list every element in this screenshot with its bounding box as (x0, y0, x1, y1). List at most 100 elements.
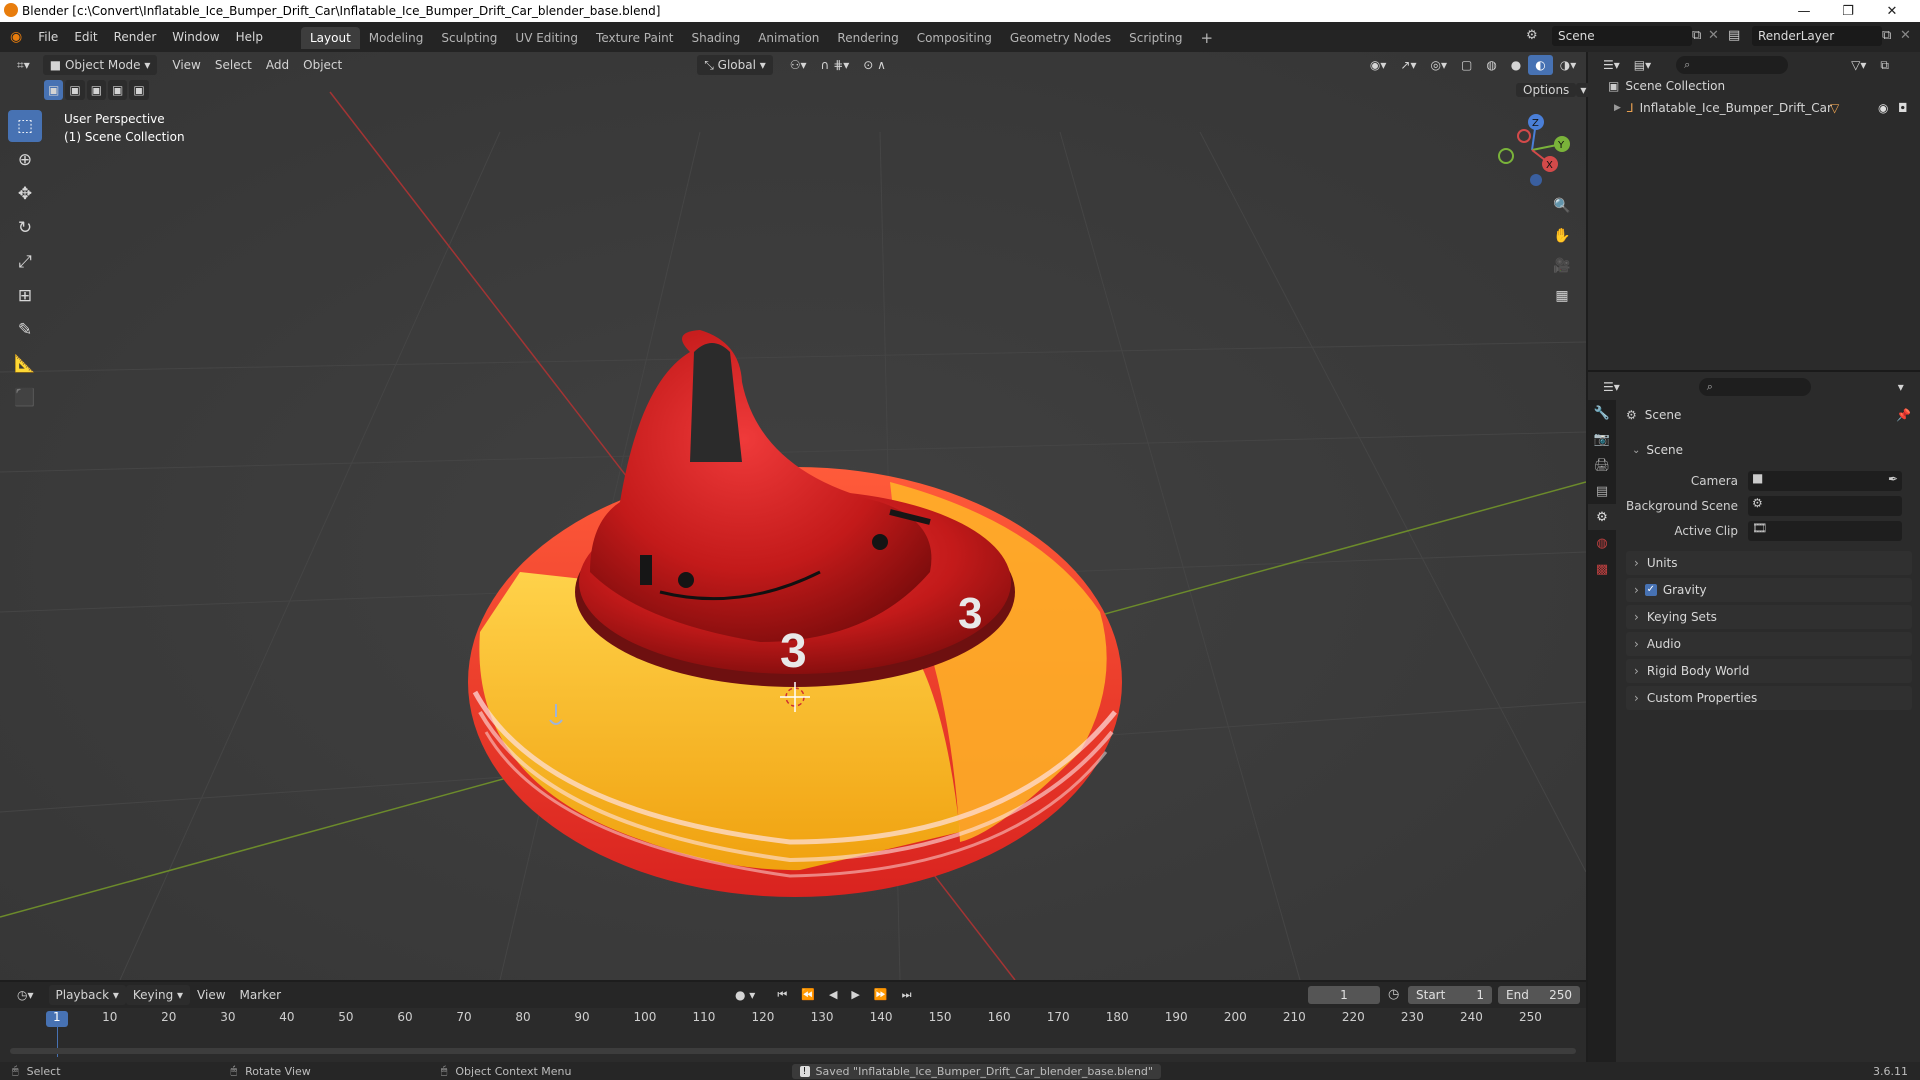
proportional-edit-icon[interactable]: ⊙ ∧ (856, 55, 893, 75)
camera-view-icon[interactable]: 🎥 (1548, 252, 1576, 280)
tab-uv-editing[interactable]: UV Editing (506, 27, 587, 49)
menu-playback[interactable]: Playback ▾ (48, 985, 126, 1005)
menu-select[interactable]: Select (208, 55, 259, 75)
pivot-icon[interactable]: ⚇▾ (783, 55, 814, 75)
tool-tab-icon[interactable]: 🔧 (1588, 400, 1616, 426)
zoom-icon[interactable]: 🔍 (1548, 192, 1576, 220)
record-icon[interactable]: ● ▾ (728, 985, 762, 1005)
outliner-scene-collection[interactable]: ▣ Scene Collection (1608, 79, 1725, 93)
scene-browse-icon[interactable]: ⚙ (1526, 28, 1538, 43)
menu-view[interactable]: View (165, 55, 207, 75)
render-tab-icon[interactable]: 📷 (1588, 426, 1616, 452)
menu-add[interactable]: Add (259, 55, 296, 75)
blender-menu-icon[interactable]: ◉ (0, 22, 30, 52)
active-clip-field[interactable]: 🎞 (1748, 521, 1902, 541)
camera-field[interactable]: ■ ✒ (1748, 471, 1902, 491)
menu-file[interactable]: File (30, 22, 66, 52)
start-frame-field[interactable]: Start 1 (1408, 986, 1492, 1004)
tab-animation[interactable]: Animation (749, 27, 828, 49)
pan-hand-icon[interactable]: ✋ (1548, 222, 1576, 250)
panel-units[interactable]: › Units (1626, 551, 1912, 575)
transform-orientation[interactable]: ⤡ Global ▾ (697, 55, 773, 75)
timeline-scrollbar[interactable] (10, 1048, 1576, 1054)
navigation-gizmo[interactable]: Z Y X (1494, 112, 1570, 188)
panel-audio[interactable]: › Audio (1626, 632, 1912, 656)
add-cube-tool[interactable]: ⬛ (8, 382, 42, 414)
camera-render-icon[interactable]: ◘ (1898, 101, 1908, 115)
shading-wireframe-icon[interactable]: ◍ (1479, 55, 1503, 75)
new-scene-icon[interactable]: ⧉ (1692, 28, 1701, 43)
select-new-icon[interactable]: ▣ (44, 80, 64, 100)
select-intersect-icon[interactable]: ▣ (129, 80, 149, 100)
texture-tab-icon[interactable]: ▩ (1588, 556, 1616, 582)
menu-timeline-view[interactable]: View (190, 985, 232, 1005)
menu-edit[interactable]: Edit (66, 22, 105, 52)
move-tool[interactable]: ✥ (8, 178, 42, 210)
gizmo-toggle-icon[interactable]: ↗▾ (1393, 55, 1423, 75)
outliner-item[interactable]: ▶ ⅃ Inflatable_Ice_Bumper_Drift_Car ▽ ◉ … (1614, 99, 1914, 117)
panel-scene-header[interactable]: ⌄ Scene (1626, 438, 1912, 462)
tab-texture-paint[interactable]: Texture Paint (587, 27, 682, 49)
eyedropper-icon[interactable]: ✒ (1888, 472, 1898, 486)
gravity-checkbox[interactable]: ✓ (1644, 584, 1657, 596)
panel-rigid-body-world[interactable]: › Rigid Body World (1626, 659, 1912, 683)
annotate-tool[interactable]: ✎ (8, 314, 42, 346)
pin-icon[interactable]: 📌 (1896, 408, 1911, 422)
menu-object[interactable]: Object (296, 55, 349, 75)
new-collection-icon[interactable]: ⧉ (1873, 55, 1896, 75)
select-subtract-icon[interactable]: ▣ (86, 80, 107, 100)
outliner-display-mode-icon[interactable]: ▤▾ (1627, 55, 1658, 75)
prev-keyframe-icon[interactable]: ⏪ (794, 985, 822, 1005)
jump-end-icon[interactable]: ⏭ (895, 985, 919, 1005)
maximize-button[interactable]: ❐ (1826, 0, 1870, 22)
jump-start-icon[interactable]: ⏮ (770, 985, 794, 1005)
select-invert-icon[interactable]: ▣ (108, 80, 128, 100)
3d-viewport[interactable]: 3 3 (0, 52, 1586, 980)
properties-search-input[interactable]: ⌕ (1698, 378, 1811, 396)
measure-tool[interactable]: 📐 (8, 348, 42, 380)
close-window-button[interactable]: ✕ (1870, 0, 1914, 22)
mode-selector[interactable]: ■ Object Mode ▾ (42, 55, 158, 75)
minimize-button[interactable]: — (1782, 0, 1826, 22)
transform-tool[interactable]: ⊞ (8, 280, 42, 312)
play-icon[interactable]: ▶ (844, 985, 866, 1005)
timeline-editor-type-icon[interactable]: ◷▾ (10, 985, 41, 1005)
add-workspace-button[interactable]: + (1192, 27, 1223, 49)
tab-scripting[interactable]: Scripting (1120, 27, 1191, 49)
delete-view-layer-icon[interactable]: ✕ (1900, 28, 1911, 43)
tab-geometry-nodes[interactable]: Geometry Nodes (1001, 27, 1120, 49)
panel-keying-sets[interactable]: › Keying Sets (1626, 605, 1912, 629)
properties-options-icon[interactable]: ▾ (1891, 377, 1911, 397)
outliner-editor-type-icon[interactable]: ☰▾ (1596, 55, 1627, 75)
rotate-tool[interactable]: ↻ (8, 212, 42, 244)
scale-tool[interactable]: ⤢ (8, 246, 42, 278)
delete-scene-icon[interactable]: ✕ (1708, 28, 1719, 43)
overlay-toggle-icon[interactable]: ◎▾ (1423, 55, 1454, 75)
select-extend-icon[interactable]: ▣ (65, 80, 85, 100)
menu-keying[interactable]: Keying ▾ (125, 985, 191, 1005)
tab-compositing[interactable]: Compositing (908, 27, 1001, 49)
xray-icon[interactable]: ▢ (1454, 55, 1479, 75)
time-icon[interactable]: ◷ (1388, 987, 1399, 1002)
panel-custom-properties[interactable]: › Custom Properties (1626, 686, 1912, 710)
tab-shading[interactable]: Shading (682, 27, 749, 49)
shading-material-icon[interactable]: ◐ (1528, 55, 1553, 75)
tab-layout[interactable]: Layout (300, 27, 360, 49)
panel-gravity[interactable]: › ✓ Gravity (1626, 578, 1912, 602)
new-view-layer-icon[interactable]: ⧉ (1882, 28, 1891, 43)
cursor-tool[interactable]: ⊕ (8, 144, 42, 176)
current-frame-field[interactable]: 1 (1308, 986, 1380, 1004)
expand-arrow-icon[interactable]: ▶ (1614, 103, 1621, 113)
visibility-icon[interactable]: ◉▾ (1363, 55, 1394, 75)
view-layer-icon[interactable]: ▤ (1728, 28, 1740, 43)
eye-icon[interactable]: ◉ (1878, 101, 1888, 115)
outliner-filter-icon[interactable]: ▽▾ (1844, 55, 1873, 75)
shading-rendered-icon[interactable]: ◑▾ (1553, 55, 1584, 75)
scene-selector[interactable]: Scene (1552, 26, 1692, 46)
snap-icon[interactable]: ∩ ⋕▾ (814, 55, 857, 75)
menu-render[interactable]: Render (106, 22, 165, 52)
play-reverse-icon[interactable]: ◀ (822, 985, 844, 1005)
end-frame-field[interactable]: End 250 (1498, 986, 1580, 1004)
properties-editor-type-icon[interactable]: ☰▾ (1596, 377, 1627, 397)
editor-type-icon[interactable]: ⌗▾ (10, 55, 37, 75)
